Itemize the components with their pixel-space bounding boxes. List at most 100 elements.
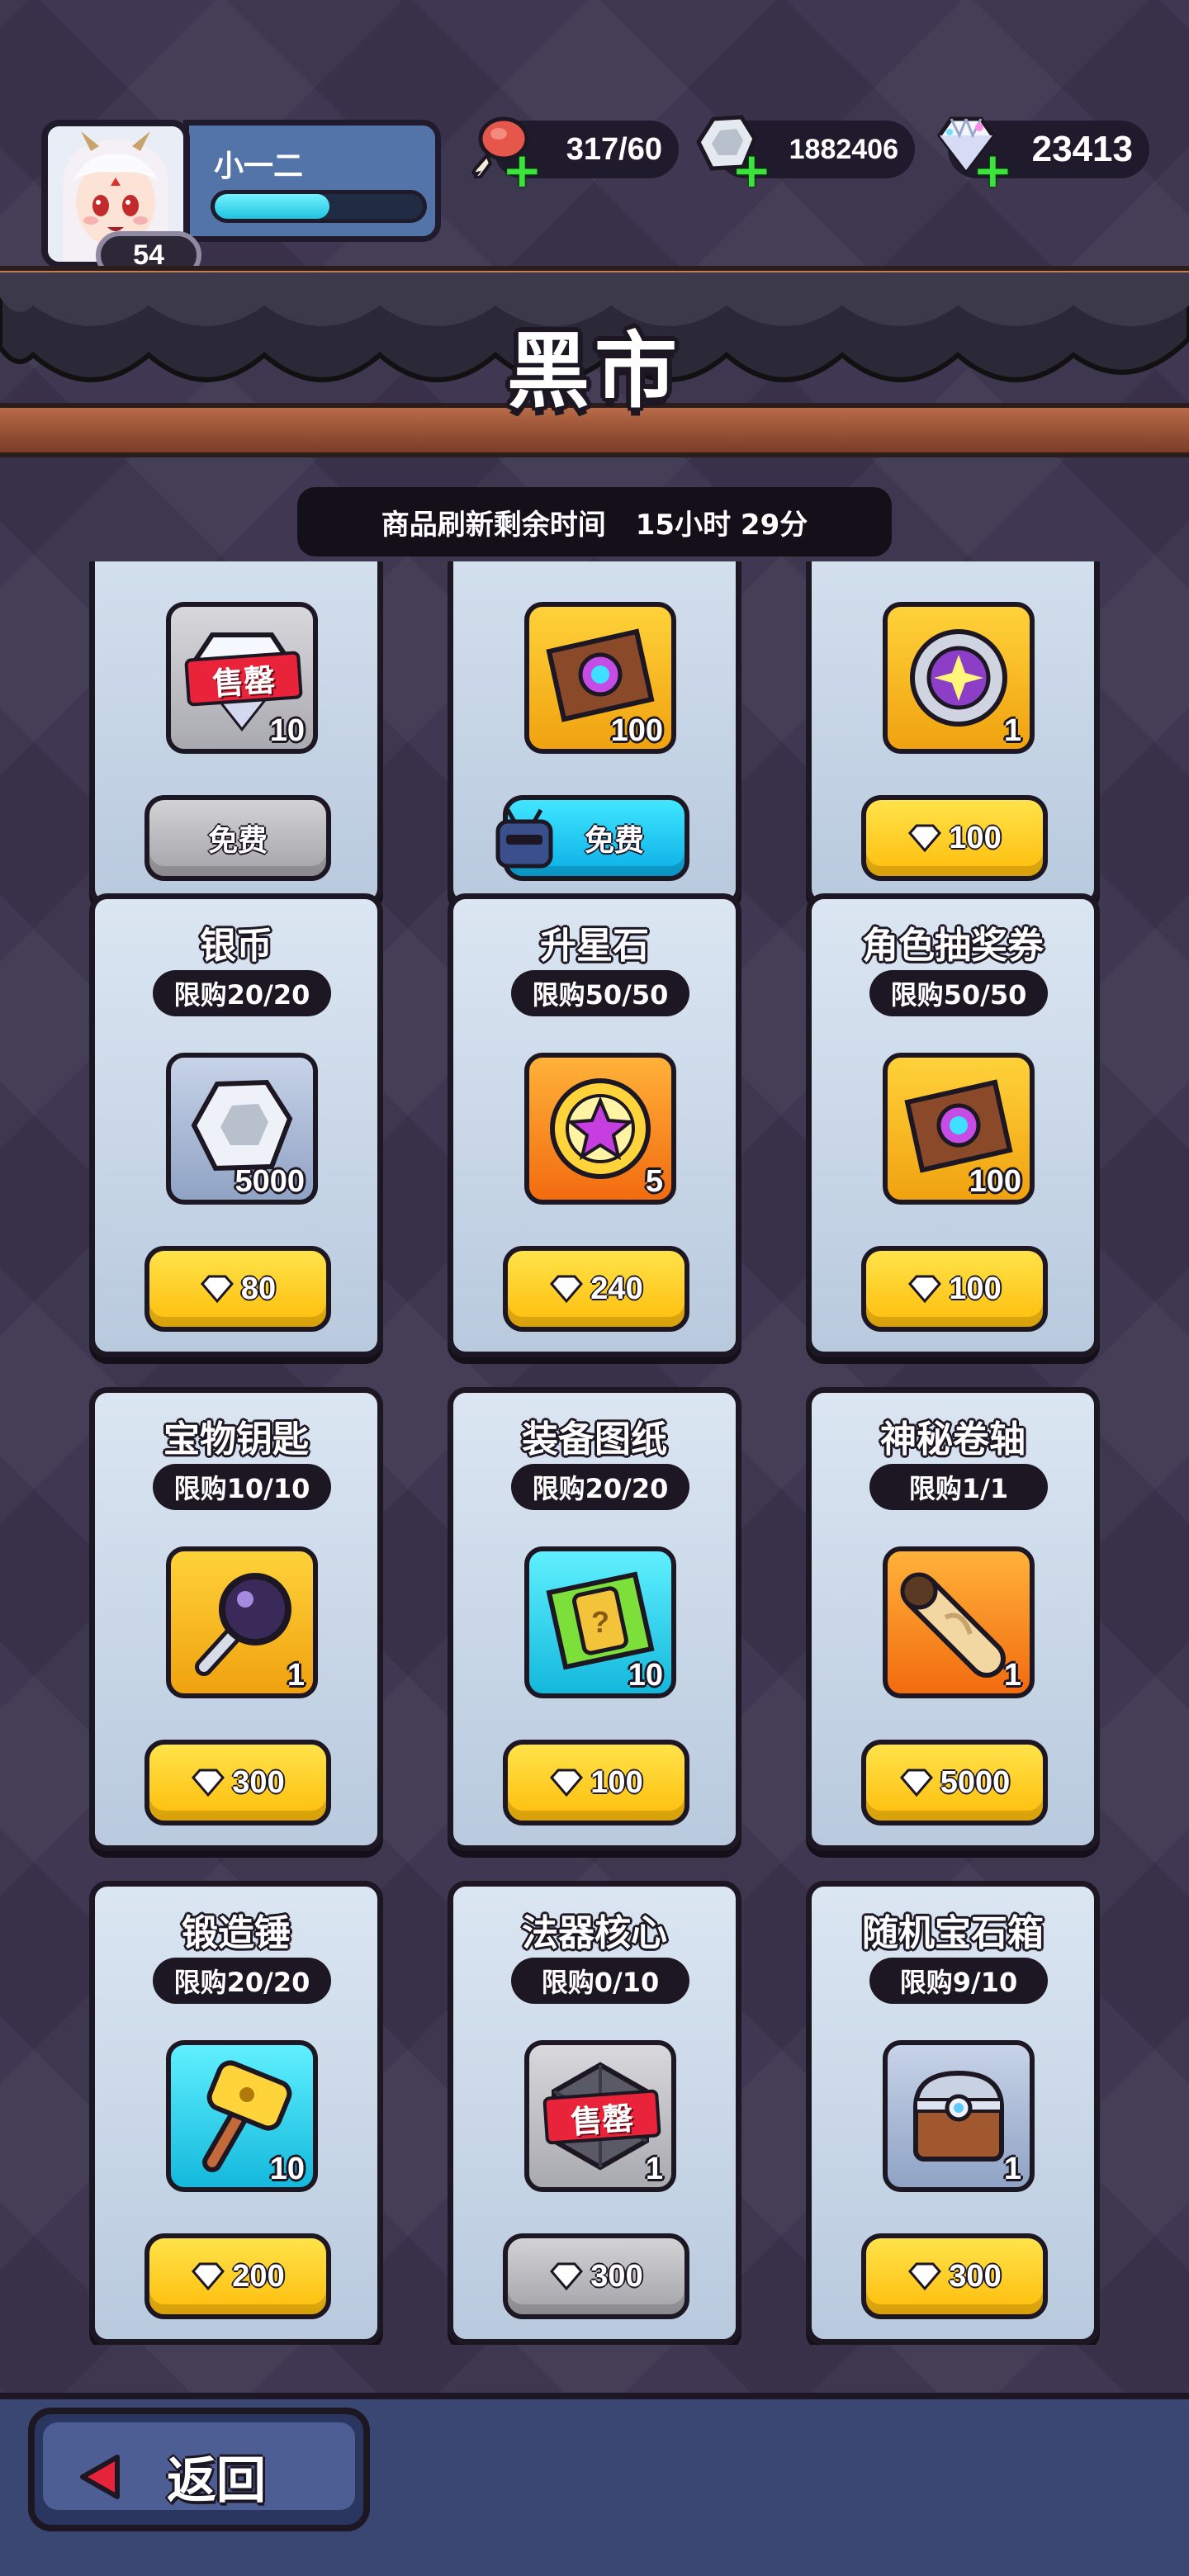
price-label: 免费 <box>207 824 268 858</box>
price-label: 免费 <box>584 824 644 858</box>
refresh-time: 15小时 29分 <box>635 508 808 542</box>
shop-card-artifact-core[interactable]: 法器核心 限购0/10 售罄 1 300 <box>448 1881 741 2345</box>
buy-button[interactable]: 100 <box>861 1246 1048 1332</box>
buy-button[interactable]: 240 <box>503 1246 689 1332</box>
purchase-limit: 限购0/10 <box>511 1958 689 2004</box>
stamina-value: 317/60 <box>566 131 662 167</box>
shop-card[interactable]: 1 100 <box>806 561 1100 907</box>
buy-button[interactable]: 100 <box>503 1740 689 1825</box>
item-name: 神秘卷轴 <box>880 1418 1026 1461</box>
shop-card[interactable]: 100 免费 <box>448 561 741 907</box>
add-stamina-button[interactable]: + <box>502 146 542 194</box>
sold-out-stamp: 售罄 <box>542 2089 661 2145</box>
item-slot: 5000 <box>166 1053 318 1205</box>
price-value: 200 <box>232 2258 285 2294</box>
shop-card-star-stone[interactable]: 升星石 限购50/50 5 240 <box>448 893 741 1357</box>
tv-ad-icon <box>495 808 553 869</box>
purchase-limit: 限购50/50 <box>511 970 689 1016</box>
buy-button[interactable]: 200 <box>144 2233 331 2319</box>
price-value: 5000 <box>940 1764 1011 1800</box>
buy-button-disabled[interactable]: 300 <box>503 2233 689 2319</box>
diamond-price-icon <box>192 1769 225 1797</box>
diamond-price-icon <box>908 2262 942 2291</box>
item-quantity: 10 <box>269 2152 305 2186</box>
svg-text:?: ? <box>591 1605 609 1639</box>
diamond-price-icon <box>550 1769 584 1797</box>
item-quantity: 1 <box>1003 2152 1021 2186</box>
buy-button[interactable]: 5000 <box>861 1740 1048 1825</box>
item-slot: 1 <box>883 2040 1035 2192</box>
refresh-timer: 商品刷新剩余时间 15小时 29分 <box>297 487 892 556</box>
price-value: 100 <box>949 1271 1002 1306</box>
price-value: 80 <box>240 1271 277 1306</box>
item-name: 银币 <box>200 925 272 967</box>
back-label: 返回 <box>167 2452 266 2510</box>
purchase-limit: 限购50/50 <box>869 970 1048 1016</box>
watch-ad-free-button[interactable]: 免费 <box>495 795 689 881</box>
gem-core-icon <box>910 629 1007 727</box>
back-button[interactable]: 返回 <box>28 2408 370 2531</box>
silver-value: 1882406 <box>789 133 898 165</box>
buy-button[interactable]: 80 <box>144 1246 331 1332</box>
buy-button[interactable]: 300 <box>144 1740 331 1825</box>
diamond-price-icon <box>908 1275 942 1304</box>
purchase-limit: 限购10/10 <box>153 1464 331 1510</box>
purchase-limit: 限购20/20 <box>153 970 331 1016</box>
item-slot: ? 10 <box>524 1546 676 1698</box>
back-button-face: 返回 <box>43 2422 355 2510</box>
item-slot: 1 <box>883 602 1035 754</box>
shop-card-random-gem-chest[interactable]: 随机宝石箱 限购9/10 1 300 <box>806 1881 1100 2345</box>
item-slot: 10 <box>166 2040 318 2192</box>
item-slot: 售罄 1 <box>524 2040 676 2192</box>
diamond-price-icon <box>550 1275 584 1304</box>
shop-card-mystery-scroll[interactable]: 神秘卷轴 限购1/1 1 5000 <box>806 1387 1100 1851</box>
refresh-label: 商品刷新剩余时间 <box>381 508 606 542</box>
item-quantity: 1 <box>645 2152 663 2186</box>
item-quantity: 100 <box>969 1164 1021 1199</box>
magnifier-key-icon <box>195 1573 291 1676</box>
star-stone-icon <box>550 1078 651 1179</box>
item-slot: 售罄 10 <box>166 602 318 754</box>
item-name: 锻造锤 <box>182 1912 291 1954</box>
item-slot: 1 <box>166 1546 318 1698</box>
price-value: 100 <box>590 1764 643 1800</box>
shop-card-forge-hammer[interactable]: 锻造锤 限购20/20 10 200 <box>89 1881 383 2345</box>
scroll-icon <box>900 1572 1006 1678</box>
add-gems-button[interactable]: + <box>973 146 1013 194</box>
page-title: 黑市 <box>507 323 682 419</box>
purchase-limit: 限购9/10 <box>869 1958 1048 2004</box>
shop-card[interactable]: 售罄 10 免费 <box>89 561 383 907</box>
item-name: 升星石 <box>540 925 649 967</box>
purchase-limit: 限购20/20 <box>153 1958 331 2004</box>
shop-grid[interactable]: 售罄 10 免费 100 免费 1 100 银币 限购20/20 5000 80… <box>0 561 1189 2345</box>
shop-card-character-ticket[interactable]: 角色抽奖券 限购50/50 100 100 <box>806 893 1100 1357</box>
exp-bar <box>211 190 427 223</box>
item-quantity: 10 <box>269 713 305 748</box>
item-slot: 100 <box>883 1053 1035 1205</box>
item-quantity: 1 <box>287 1658 305 1693</box>
buy-button[interactable]: 100 <box>861 795 1048 881</box>
gem-value: 23413 <box>1031 129 1133 169</box>
diamond-price-icon <box>192 2262 225 2291</box>
item-name: 随机宝石箱 <box>862 1912 1044 1954</box>
diamond-price-icon <box>908 824 942 853</box>
shop-card-silver[interactable]: 银币 限购20/20 5000 80 <box>89 893 383 1357</box>
price-value: 300 <box>232 1764 285 1800</box>
shop-card-treasure-key[interactable]: 宝物钥匙 限购10/10 1 300 <box>89 1387 383 1851</box>
buy-button[interactable]: 300 <box>861 2233 1048 2319</box>
price-value: 300 <box>590 2258 643 2294</box>
add-silver-button[interactable]: + <box>732 146 772 194</box>
shop-card-equipment-blueprint[interactable]: 装备图纸 限购20/20 ? 10 100 <box>448 1387 741 1851</box>
item-name: 装备图纸 <box>522 1418 667 1461</box>
item-quantity: 5 <box>645 1164 663 1199</box>
treasure-chest-icon <box>912 2070 1005 2162</box>
diamond-price-icon <box>200 1275 234 1304</box>
sold-out-stamp: 售罄 <box>184 651 303 707</box>
diamond-price-icon <box>899 1769 933 1797</box>
back-arrow-icon <box>80 2455 120 2499</box>
item-slot: 1 <box>883 1546 1035 1698</box>
item-quantity: 5000 <box>234 1164 305 1199</box>
price-value: 100 <box>949 820 1002 855</box>
player-info-panel[interactable]: 小一二 <box>183 120 441 242</box>
free-claim-button[interactable]: 免费 <box>144 795 331 881</box>
